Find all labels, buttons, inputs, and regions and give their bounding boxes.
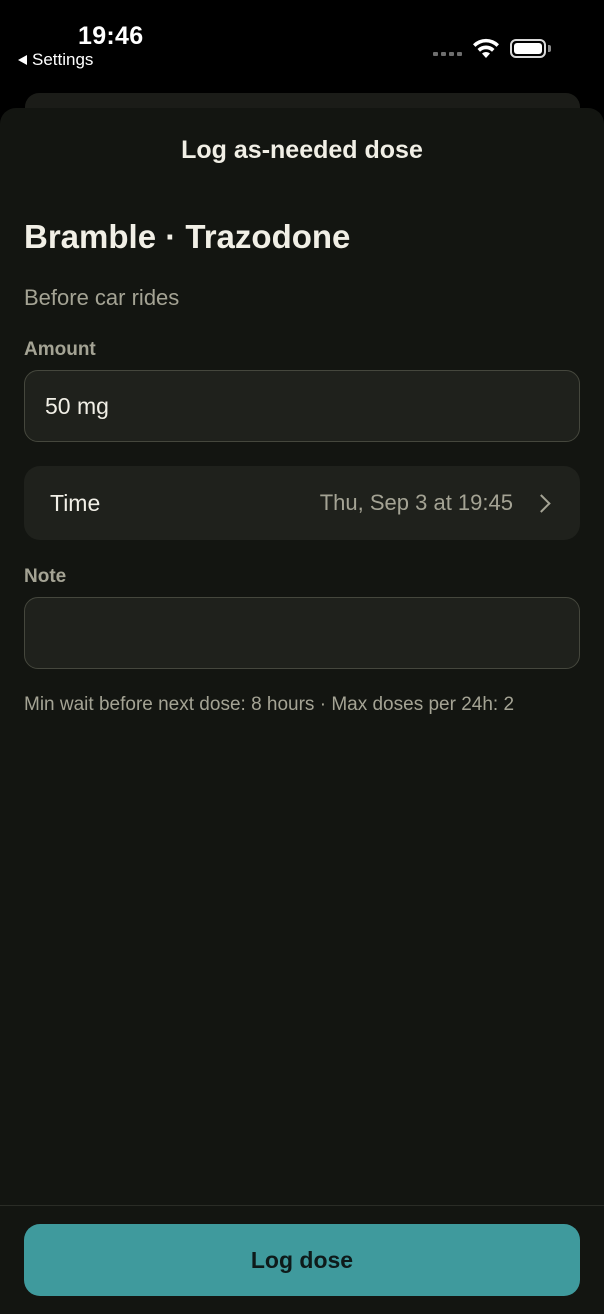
time-label: Time: [50, 489, 101, 516]
medication-heading: Bramble · Trazodone: [24, 218, 351, 255]
chevron-right-icon: [532, 493, 551, 513]
time-picker-row[interactable]: Time Thu, Sep 3 at 19:45: [24, 466, 580, 540]
bottom-divider: [0, 1205, 604, 1206]
time-value: Thu, Sep 3 at 19:45: [319, 490, 513, 515]
amount-input[interactable]: [24, 370, 580, 442]
wifi-icon: [473, 38, 499, 58]
amount-label: Amount: [24, 339, 96, 360]
medication-subtitle: Before car rides: [24, 285, 180, 310]
dose-limits-text: Min wait before next dose: 8 hours · Max…: [24, 694, 515, 715]
time-value-group: Thu, Sep 3 at 19:45: [320, 490, 554, 516]
app-screen: 19:46 Settings Log as-needed dose Brambl…: [0, 0, 604, 1314]
log-dose-button[interactable]: Log dose: [24, 1224, 580, 1296]
back-to-settings-link[interactable]: Settings: [18, 50, 93, 70]
status-bar: 19:46 Settings: [0, 0, 604, 92]
back-link-label: Settings: [32, 50, 94, 69]
battery-icon: [510, 39, 546, 58]
battery-level: [514, 43, 542, 54]
cellular-signal-icon: [433, 52, 462, 56]
note-label: Note: [24, 566, 67, 587]
sheet-title: Log as-needed dose: [181, 136, 423, 164]
battery-cap: [548, 45, 551, 52]
note-input[interactable]: [24, 597, 580, 669]
status-time: 19:46: [78, 22, 144, 50]
back-arrow-icon: [18, 55, 27, 65]
